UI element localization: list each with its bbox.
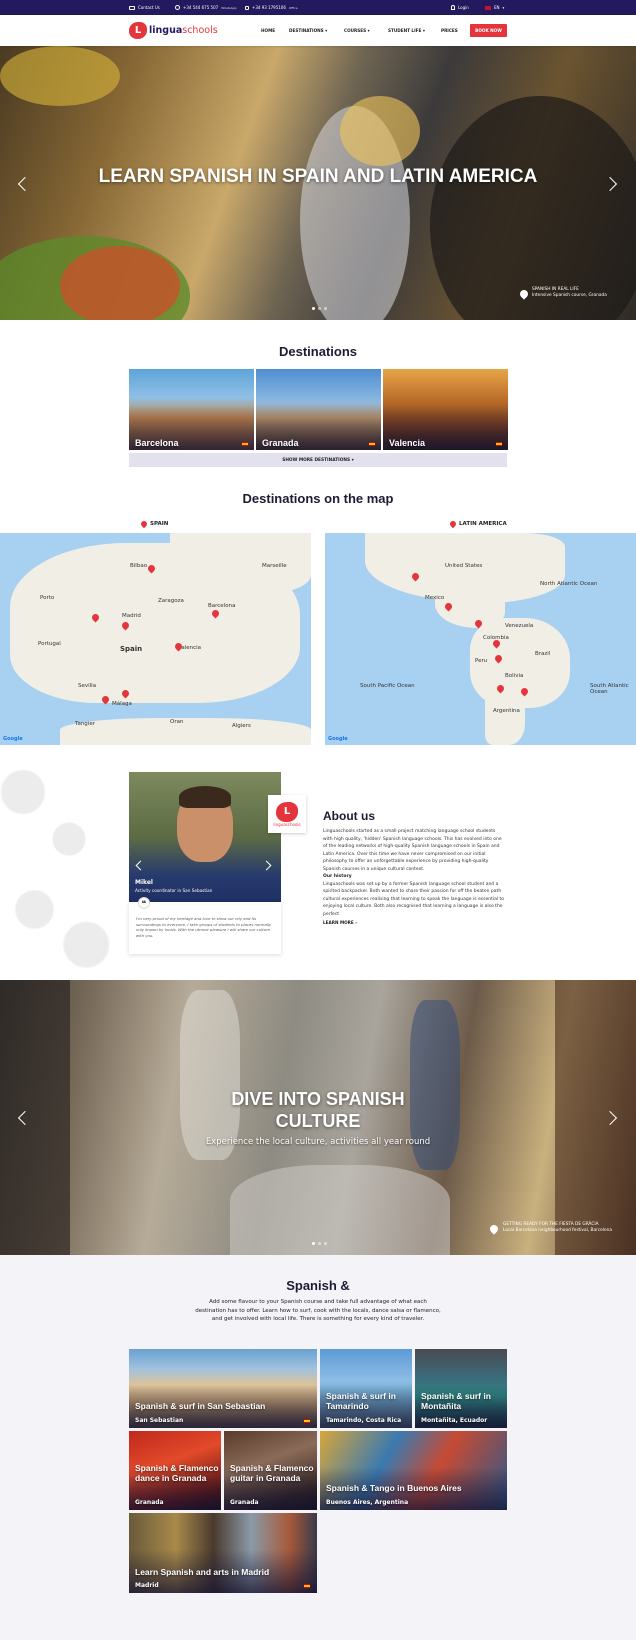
flag-icon xyxy=(304,1419,310,1423)
tile-tango-buenos-aires[interactable]: Spanish & Tango in Buenos Aires Buenos A… xyxy=(320,1431,507,1510)
chevron-down-icon: ▾ xyxy=(502,5,505,10)
culture-title: DIVE INTO SPANISH CULTURE xyxy=(231,1089,405,1131)
top-bar: Contact Us +34 544 675 507 WhatsApp +34 9… xyxy=(0,0,636,15)
envelope-icon xyxy=(129,5,135,10)
whatsapp-phone[interactable]: +34 544 675 507 WhatsApp xyxy=(175,5,236,10)
map-heading: Destinations on the map xyxy=(242,491,394,506)
flag-icon xyxy=(485,5,491,10)
hero-caption: SPANISH IN REAL LIFE Intensive Spanish c… xyxy=(532,287,607,298)
tile-arts-madrid[interactable]: Learn Spanish and arts in Madrid Madrid xyxy=(129,1513,317,1593)
about-paragraph: Linguaschools started as a small project… xyxy=(323,829,502,872)
phone-icon xyxy=(245,5,249,10)
team-member-quote: I'm very proud of my heritage and love t… xyxy=(129,902,281,954)
culture-dots[interactable] xyxy=(312,1242,327,1245)
about-text: About us Linguaschools started as a smal… xyxy=(323,809,505,925)
site-logo[interactable]: L linguaschools xyxy=(129,22,218,39)
chevron-left-icon[interactable] xyxy=(135,860,146,871)
map-land xyxy=(60,718,311,745)
destination-card-granada[interactable]: Granada xyxy=(256,369,381,450)
hero-title: LEARN SPANISH IN SPAIN AND LATIN AMERICA xyxy=(98,166,538,187)
nav-home[interactable]: HOME xyxy=(261,28,275,33)
main-header: L linguaschools HOME DESTINATIONS ▾ COUR… xyxy=(0,15,636,46)
language-select[interactable]: EN ▾ xyxy=(485,5,504,10)
map-pin-icon xyxy=(488,1223,500,1235)
flag-icon xyxy=(496,442,502,446)
destination-card-barcelona[interactable]: Barcelona xyxy=(129,369,254,450)
whatsapp-icon xyxy=(175,5,180,10)
login-link[interactable]: Login xyxy=(451,5,469,10)
team-member-photo: Mikel Activity coordinator in San Sebast… xyxy=(129,772,281,902)
quote-icon: ❝ xyxy=(138,897,150,909)
tile-surf-tamarindo[interactable]: Spanish & surf in Tamarindo Tamarindo, C… xyxy=(320,1349,412,1428)
flag-icon xyxy=(242,442,248,446)
culture-caption: GETTING READY FOR THE FIESTA DE GRÀCIA L… xyxy=(503,1222,612,1233)
hero-dots[interactable] xyxy=(312,307,327,310)
learn-more-link[interactable]: LEARN MORE › xyxy=(323,920,505,925)
hero-bananas xyxy=(0,46,120,106)
nav-courses[interactable]: COURSES ▾ xyxy=(344,28,370,33)
spanish-and-section: Spanish & Add some flavour to your Spani… xyxy=(0,1255,636,1640)
map-land xyxy=(485,693,525,745)
map-land xyxy=(170,533,311,593)
map-label-latam: LATIN AMERICA xyxy=(448,519,507,529)
flag-icon xyxy=(304,1584,310,1588)
destinations-heading: Destinations xyxy=(278,344,357,359)
destination-card-valencia[interactable]: Valencia xyxy=(383,369,508,450)
contact-link[interactable]: Contact Us xyxy=(129,5,160,10)
chevron-down-icon: ▾ xyxy=(351,457,354,463)
culture-subtitle: Experience the local culture, activities… xyxy=(205,1137,431,1147)
tile-flamenco-dance[interactable]: Spanish & Flamenco dance in Granada Gran… xyxy=(129,1431,221,1510)
hero-fruit xyxy=(60,246,180,320)
nav-destinations[interactable]: DESTINATIONS ▾ xyxy=(289,28,327,33)
chevron-down-icon: ▾ xyxy=(367,28,370,33)
newspaper-pile xyxy=(230,1165,450,1255)
chevron-right-icon: › xyxy=(355,920,357,925)
map-label-spain: SPAIN xyxy=(139,519,168,529)
tile-flamenco-guitar[interactable]: Spanish & Flamenco guitar in Granada Gra… xyxy=(224,1431,317,1510)
hero-bananas-right xyxy=(340,96,420,166)
chevron-down-icon: ▾ xyxy=(422,28,425,33)
book-now-button[interactable]: BOOK NOW xyxy=(470,24,507,37)
nav-student-life[interactable]: STUDENT LIFE ▾ xyxy=(388,28,425,33)
about-section xyxy=(0,745,636,980)
spanish-and-intro: Add some flavour to your Spanish course … xyxy=(195,1299,441,1323)
tile-surf-san-sebastian[interactable]: Spanish & surf in San Sebastian San Seba… xyxy=(129,1349,317,1428)
map-pin-icon xyxy=(448,519,458,529)
history-subheading: Our history xyxy=(323,874,352,879)
spanish-and-heading: Spanish & xyxy=(286,1278,350,1293)
culture-slider: DIVE INTO SPANISH CULTURE Experience the… xyxy=(0,980,636,1255)
logo-icon: L xyxy=(276,801,298,822)
faces-background xyxy=(0,745,115,980)
team-member-role: Activity coordinator in San Sebastian xyxy=(135,888,213,893)
latin-america-map[interactable]: United States Mexico Brazil North Atlant… xyxy=(325,533,636,745)
logo-icon: L xyxy=(129,22,147,39)
office-phone[interactable]: +34 93 1795106 Office xyxy=(245,5,298,10)
chevron-right-icon[interactable] xyxy=(261,860,272,871)
nav-prices[interactable]: PRICES xyxy=(441,28,458,33)
hero-slider: LEARN SPANISH IN SPAIN AND LATIN AMERICA… xyxy=(0,46,636,320)
tile-surf-montanita[interactable]: Spanish & surf in Montañita Montañita, E… xyxy=(415,1349,507,1428)
person-white-shirt xyxy=(180,990,240,1160)
hair xyxy=(179,786,231,808)
team-member-name: Mikel xyxy=(135,879,153,886)
user-icon xyxy=(451,5,455,10)
linguaschools-badge: L linguaschools xyxy=(268,795,306,833)
chevron-down-icon: ▾ xyxy=(325,28,328,33)
spain-map[interactable]: Portugal Spain Madrid Barcelona Valencia… xyxy=(0,533,311,745)
flag-icon xyxy=(369,442,375,446)
history-paragraph: Linguaschools was set up by a former Spa… xyxy=(323,881,505,917)
about-heading: About us xyxy=(323,809,375,823)
map-pin-icon xyxy=(139,519,149,529)
show-more-destinations-button[interactable]: SHOW MORE DESTINATIONS ▾ xyxy=(129,453,507,467)
